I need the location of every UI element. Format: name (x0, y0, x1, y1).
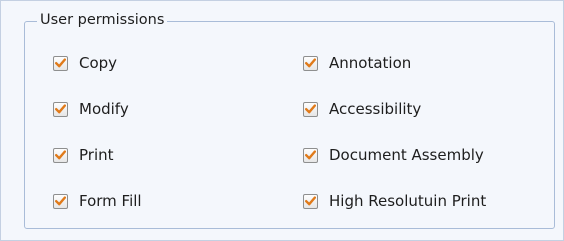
accessibility-checkbox[interactable]: Accessibility (303, 100, 421, 118)
document-assembly-label: Document Assembly (329, 146, 484, 164)
copy-checkbox[interactable]: Copy (53, 54, 117, 72)
checkbox-box[interactable] (53, 193, 68, 209)
checkbox-box[interactable] (303, 101, 318, 117)
checkbox-box[interactable] (53, 101, 68, 117)
check-icon (305, 104, 316, 114)
group-title: User permissions (37, 11, 168, 29)
check-icon (55, 196, 66, 206)
high-resolution-print-checkbox[interactable]: High Resolutuin Print (303, 192, 486, 210)
check-icon (55, 150, 66, 160)
document-assembly-checkbox[interactable]: Document Assembly (303, 146, 484, 164)
annotation-label: Annotation (329, 54, 412, 72)
checkbox-box[interactable] (303, 147, 318, 163)
check-icon (305, 196, 316, 206)
accessibility-label: Accessibility (329, 100, 422, 118)
copy-label: Copy (79, 54, 118, 72)
checkbox-box[interactable] (303, 193, 318, 209)
checkbox-box[interactable] (53, 147, 68, 163)
check-icon (305, 150, 316, 160)
form-fill-label: Form Fill (79, 192, 142, 210)
checkbox-box[interactable] (303, 55, 318, 71)
checkbox-box[interactable] (53, 55, 68, 71)
print-checkbox[interactable]: Print (53, 146, 114, 164)
form-fill-checkbox[interactable]: Form Fill (53, 192, 142, 210)
permissions-panel: User permissions Copy Modify Print Form … (0, 0, 564, 241)
check-icon (305, 58, 316, 68)
print-label: Print (79, 146, 114, 164)
check-icon (55, 104, 66, 114)
modify-checkbox[interactable]: Modify (53, 100, 129, 118)
annotation-checkbox[interactable]: Annotation (303, 54, 411, 72)
modify-label: Modify (79, 100, 129, 118)
high-resolution-print-label: High Resolutuin Print (329, 192, 487, 210)
check-icon (55, 58, 66, 68)
